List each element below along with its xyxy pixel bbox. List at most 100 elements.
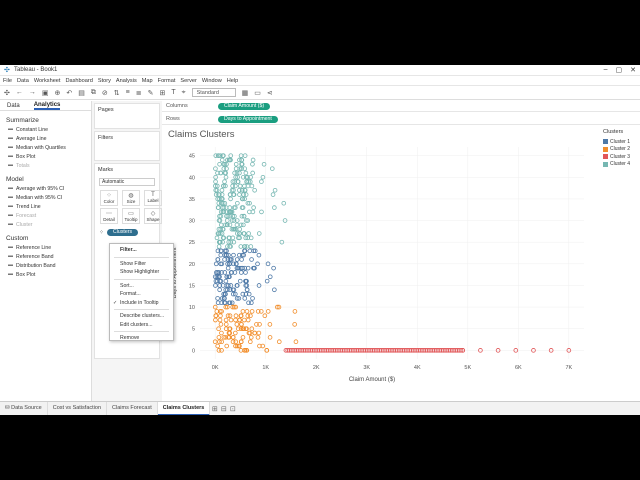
data-point-cluster-1[interactable] (217, 287, 222, 293)
data-point-cluster-2[interactable] (223, 317, 229, 323)
analytics-item-average-with-95-ci[interactable]: ▬ Average with 95% CI (0, 184, 91, 193)
legend-item-cluster-2[interactable]: Cluster 2 (600, 146, 640, 154)
tableau-home-icon[interactable]: ✣ (4, 89, 10, 97)
data-point-cluster-4[interactable] (250, 170, 255, 176)
data-point-cluster-4[interactable] (272, 187, 278, 193)
maximize-icon[interactable]: ▢ (616, 66, 623, 74)
data-point-cluster-4[interactable] (252, 187, 257, 193)
data-point-cluster-2[interactable] (213, 317, 218, 323)
data-point-cluster-1[interactable] (256, 252, 262, 258)
ctx-item-show-highlighter[interactable]: Show Highlighter (110, 268, 173, 277)
data-point-cluster-1[interactable] (225, 265, 231, 271)
data-point-cluster-4[interactable] (251, 205, 256, 210)
data-point-cluster-2[interactable] (233, 317, 238, 323)
presentation-icon[interactable]: ▭ (254, 89, 261, 97)
marks-size-button[interactable]: ◍ Size (122, 190, 140, 206)
data-point-cluster-2[interactable] (224, 343, 230, 349)
data-point-cluster-2[interactable] (248, 339, 253, 344)
rows-pill[interactable]: Days to Appointment (218, 115, 278, 123)
analytics-item-box-plot[interactable]: ▬ Box Plot (0, 152, 91, 161)
data-point-cluster-4[interactable] (213, 179, 218, 184)
clusters-pill[interactable]: Clusters (107, 229, 139, 236)
data-point-cluster-2[interactable] (292, 309, 298, 314)
data-point-cluster-2[interactable] (240, 309, 246, 314)
mark-type-dropdown[interactable]: Automatic (99, 178, 155, 186)
columns-pill[interactable]: Claim Amount ($) (218, 102, 271, 110)
data-point-cluster-4[interactable] (259, 179, 264, 184)
swap-icon[interactable]: ⇅ (114, 89, 120, 97)
data-point-cluster-2[interactable] (241, 317, 247, 323)
data-point-cluster-4[interactable] (261, 162, 267, 167)
data-point-cluster-1[interactable] (223, 278, 229, 284)
marks-tooltip-button[interactable]: ▭ Tooltip (122, 208, 140, 224)
menu-map[interactable]: Map (142, 78, 153, 84)
data-point-cluster-4[interactable] (227, 205, 233, 210)
ctx-item-filter[interactable]: Filter... (110, 246, 173, 255)
data-point-cluster-4[interactable] (234, 222, 240, 228)
data-point-cluster-4[interactable] (249, 183, 255, 189)
forward-icon[interactable]: → (29, 89, 36, 96)
ctx-item-format[interactable]: Format... (110, 290, 173, 299)
data-point-cluster-4[interactable] (222, 179, 227, 184)
data-point-cluster-2[interactable] (218, 313, 223, 319)
new-sheet-icon[interactable]: ⊞ (210, 405, 219, 413)
data-point-cluster-1[interactable] (218, 252, 224, 258)
group-icon[interactable]: ⊞ (159, 89, 165, 97)
data-point-cluster-2[interactable] (223, 322, 229, 327)
data-point-cluster-2[interactable] (276, 339, 282, 344)
menu-story[interactable]: Story (98, 78, 111, 84)
data-point-cluster-1[interactable] (238, 270, 244, 275)
menu-format[interactable]: Format (158, 78, 176, 84)
data-point-cluster-4[interactable] (218, 222, 224, 228)
data-point-cluster-2[interactable] (248, 335, 254, 340)
sort-asc-icon[interactable]: ≡ (126, 89, 130, 96)
data-point-cluster-2[interactable] (256, 330, 262, 336)
data-point-cluster-4[interactable] (256, 231, 262, 236)
marks-shape-button[interactable]: ◇ Shape (144, 208, 162, 224)
data-point-cluster-4[interactable] (219, 187, 225, 193)
data-point-cluster-1[interactable] (231, 252, 236, 258)
data-point-cluster-4[interactable] (243, 192, 249, 197)
legend-item-cluster-3[interactable]: Cluster 3 (600, 153, 640, 161)
data-point-cluster-4[interactable] (235, 200, 240, 206)
sort-desc-icon[interactable]: ≣ (136, 89, 142, 97)
fit-dropdown[interactable]: Standard (191, 88, 236, 97)
new-dashboard-icon[interactable]: ⊟ (219, 405, 228, 413)
data-point-cluster-4[interactable] (246, 231, 251, 236)
analytics-item-median-with-quartiles[interactable]: ▬ Median with Quartiles (0, 143, 91, 152)
highlight-icon[interactable]: ✎ (148, 89, 154, 97)
data-point-cluster-2[interactable] (267, 322, 273, 327)
data-point-cluster-4[interactable] (215, 205, 221, 210)
tab-analytics[interactable]: Analytics (33, 102, 61, 110)
labels-icon[interactable]: T (171, 89, 175, 96)
data-point-cluster-2[interactable] (215, 343, 221, 349)
data-point-cluster-4[interactable] (248, 244, 254, 249)
data-point-cluster-4[interactable] (233, 162, 239, 167)
data-point-cluster-1[interactable] (267, 274, 273, 280)
menu-analysis[interactable]: Analysis (116, 78, 137, 84)
data-point-cluster-2[interactable] (245, 317, 251, 323)
ctx-item-describe-clusters[interactable]: Describe clusters... (110, 312, 173, 321)
data-point-cluster-1[interactable] (272, 287, 277, 293)
data-point-cluster-4[interactable] (237, 170, 242, 176)
data-point-cluster-2[interactable] (249, 309, 255, 314)
data-point-cluster-1[interactable] (247, 248, 253, 254)
data-point-cluster-2[interactable] (216, 335, 222, 340)
ctx-item-show-filter[interactable]: Show Filter (110, 260, 173, 269)
data-point-cluster-4[interactable] (237, 226, 243, 232)
data-point-cluster-2[interactable] (228, 317, 234, 323)
data-point-cluster-1[interactable] (242, 296, 248, 301)
analytics-item-reference-band[interactable]: ▬ Reference Band (0, 252, 91, 261)
data-point-cluster-1[interactable] (243, 270, 248, 275)
analytics-item-box-plot[interactable]: ▬ Box Plot (0, 270, 91, 279)
data-point-cluster-4[interactable] (230, 183, 235, 189)
data-point-cluster-2[interactable] (255, 335, 261, 340)
data-point-cluster-2[interactable] (240, 335, 246, 340)
ctx-item-remove[interactable]: Remove (110, 334, 173, 343)
data-point-cluster-4[interactable] (259, 209, 264, 215)
chart-icon[interactable]: ▦ (242, 89, 249, 97)
data-source-tab[interactable]: ⛁ Data Source (0, 401, 48, 415)
menu-dashboard[interactable]: Dashboard (65, 78, 92, 84)
new-story-icon[interactable]: ⊡ (228, 405, 237, 413)
close-icon[interactable]: ✕ (630, 66, 636, 74)
